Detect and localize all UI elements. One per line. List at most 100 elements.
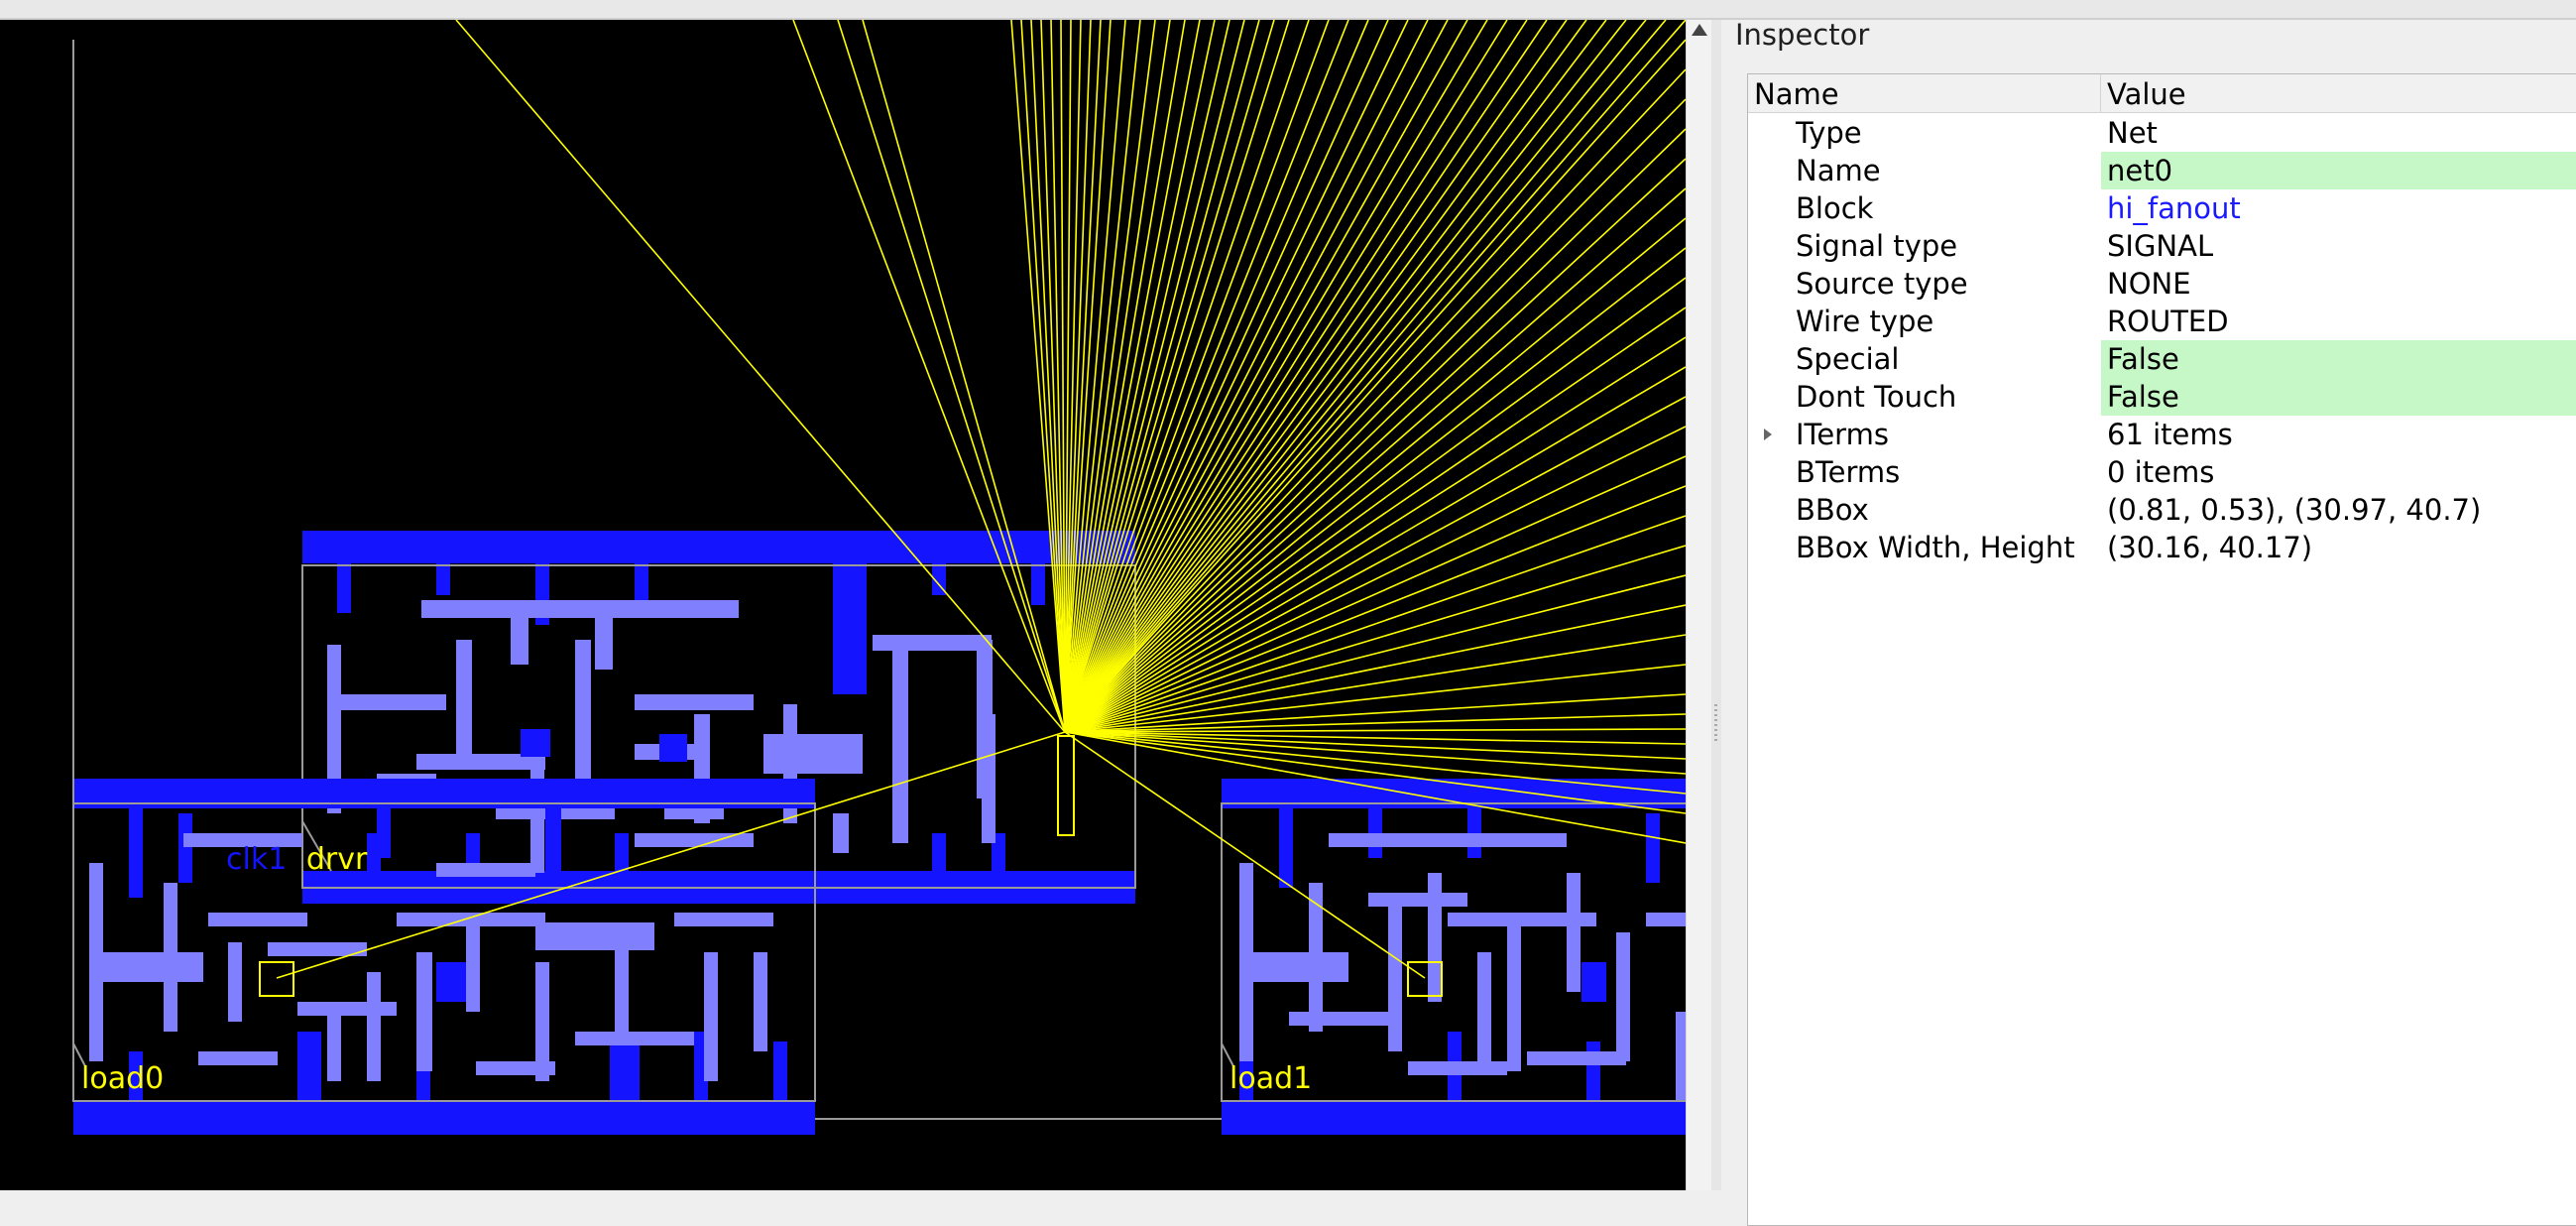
pin-shape	[1388, 903, 1402, 1051]
power-rail	[337, 555, 351, 613]
property-row-name[interactable]: Name net0	[1748, 152, 2576, 189]
property-row-iterms[interactable]: ITerms 61 items	[1748, 416, 2576, 453]
power-rail	[1586, 1042, 1600, 1101]
pin-shape	[416, 952, 432, 1071]
pin-shape	[575, 640, 591, 798]
power-rail	[436, 555, 450, 595]
pin-shape	[674, 913, 773, 926]
flyline	[1064, 247, 1686, 733]
pin-shape	[367, 972, 381, 1081]
flyline	[1064, 20, 1508, 733]
power-rail	[615, 833, 629, 873]
property-value-editable[interactable]: False	[2101, 340, 2576, 378]
power-rail	[436, 962, 466, 1002]
pin-shape	[1477, 952, 1491, 1071]
flyline	[1064, 20, 1647, 733]
pin-shape	[1428, 873, 1442, 1002]
flyline	[1064, 20, 1260, 733]
property-name: BTerms	[1796, 455, 1901, 489]
pin-shape	[892, 635, 908, 843]
pin-shape	[833, 813, 849, 853]
property-row-block[interactable]: Block hi_fanout	[1748, 189, 2576, 227]
flyline	[1064, 20, 1587, 733]
property-value: ROUTED	[2107, 305, 2229, 338]
layout-view[interactable]: clk1 drvr load0 load1	[0, 20, 1686, 1190]
flyline	[1064, 39, 1686, 733]
driver-label-prefix: clk1	[226, 842, 287, 877]
power-rail	[1581, 962, 1606, 1002]
driver-pin-marker	[1057, 735, 1075, 836]
expand-arrow-icon[interactable]	[1764, 429, 1772, 440]
flyline	[1064, 20, 1389, 733]
load0-pin-marker	[259, 961, 294, 997]
power-rail	[73, 1101, 815, 1135]
panel-splitter[interactable]	[1711, 20, 1721, 1190]
property-name: Type	[1796, 116, 1862, 150]
pin-shape	[1408, 1061, 1507, 1075]
flyline	[837, 20, 1066, 733]
pin-shape	[466, 913, 480, 1012]
flyline	[1064, 396, 1686, 733]
property-tree[interactable]: Name Value Type Net Name net0 Block hi_f…	[1747, 73, 2576, 1226]
property-row-bbox-size[interactable]: BBox Width, Height (30.16, 40.17)	[1748, 529, 2576, 566]
pin-shape	[1527, 1051, 1626, 1065]
pin-shape	[1507, 913, 1521, 1071]
block-link[interactable]: hi_fanout	[2101, 189, 2576, 227]
flyline	[1064, 68, 1686, 733]
property-value-editable[interactable]: net0	[2101, 152, 2576, 189]
property-row-bbox[interactable]: BBox (0.81, 0.53), (30.97, 40.7)	[1748, 491, 2576, 529]
layout-canvas[interactable]: clk1 drvr load0 load1	[0, 20, 1686, 1190]
pin-shape	[595, 600, 613, 670]
pin-shape	[327, 1002, 341, 1081]
property-row-wire-type[interactable]: Wire type ROUTED	[1748, 303, 2576, 340]
column-header-name[interactable]: Name	[1748, 74, 2101, 113]
property-row-special[interactable]: Special False	[1748, 340, 2576, 378]
power-rail	[773, 1042, 787, 1101]
flyline	[276, 731, 1066, 979]
pin-shape	[476, 1061, 555, 1075]
property-name: Name	[1796, 154, 1881, 187]
power-rail	[545, 803, 561, 883]
flyline	[1030, 20, 1066, 733]
pin-shape	[1676, 1012, 1686, 1101]
flyline	[1064, 128, 1686, 733]
property-row-source-type[interactable]: Source type NONE	[1748, 265, 2576, 303]
property-value: NONE	[2107, 267, 2191, 301]
property-name: BBox	[1796, 493, 1869, 527]
pin-shape	[89, 952, 203, 982]
property-value-editable[interactable]: False	[2101, 378, 2576, 416]
power-rail	[635, 555, 648, 605]
property-name: Special	[1796, 342, 1900, 376]
column-header-value[interactable]: Value	[2101, 74, 2576, 113]
scroll-up-arrow-icon[interactable]	[1692, 24, 1707, 36]
property-row-bterms[interactable]: BTerms 0 items	[1748, 453, 2576, 491]
power-rail	[377, 808, 391, 858]
pin-shape	[421, 600, 739, 618]
pin-shape	[1289, 1012, 1388, 1026]
flyline	[1064, 20, 1230, 733]
flyline	[1064, 20, 1686, 733]
flyline	[1064, 20, 1528, 733]
splitter-grip-icon[interactable]	[1714, 704, 1717, 744]
pin-shape	[1239, 952, 1348, 982]
pin-shape	[575, 1032, 694, 1045]
power-rail	[1222, 1101, 1686, 1135]
pin-shape	[704, 952, 718, 1081]
flyline	[1064, 336, 1686, 733]
property-row-dont-touch[interactable]: Dont Touch False	[1748, 378, 2576, 416]
pin-shape	[164, 883, 177, 1032]
window-top-strip	[0, 0, 2576, 20]
load1-label: load1	[1229, 1061, 1312, 1096]
property-row-signal-type[interactable]: Signal type SIGNAL	[1748, 227, 2576, 265]
pin-shape	[1646, 913, 1686, 926]
power-rail	[129, 808, 143, 898]
property-name: Signal type	[1796, 229, 1958, 263]
power-rail	[521, 729, 550, 757]
flyline	[862, 20, 1066, 733]
driver-label-suffix: drvr	[306, 842, 368, 877]
power-rail	[178, 813, 192, 883]
pin-shape	[198, 1051, 278, 1065]
layout-vertical-scrollbar[interactable]	[1686, 20, 1712, 1190]
property-row-type[interactable]: Type Net	[1748, 114, 2576, 152]
pin-shape	[1329, 833, 1567, 847]
